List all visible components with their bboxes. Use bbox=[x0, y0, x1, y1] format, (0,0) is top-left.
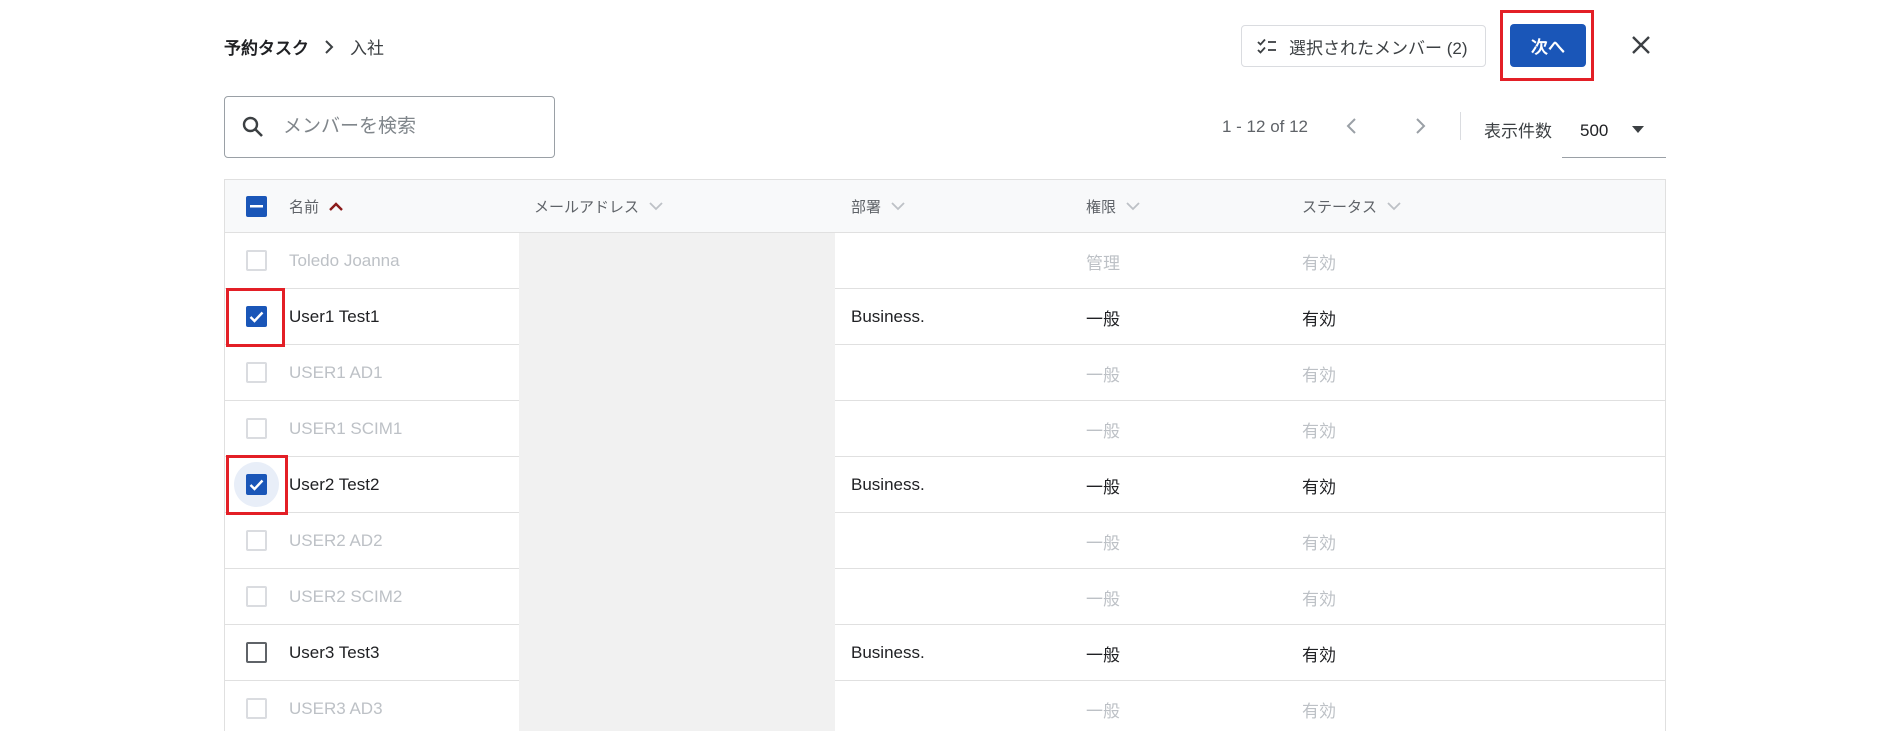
row-checkbox bbox=[246, 698, 267, 719]
row-checkbox bbox=[246, 362, 267, 383]
cell-name: USER3 AD3 bbox=[289, 699, 383, 718]
email-column-redacted bbox=[519, 233, 835, 731]
chevron-down-icon bbox=[1126, 202, 1140, 211]
members-table: 名前 メールアドレス 部署 権限 ステータス Toledo Joanna 管理 有効… bbox=[224, 179, 1666, 731]
cell-name: USER1 AD1 bbox=[289, 363, 383, 382]
cell-role: 一般 bbox=[1086, 701, 1120, 721]
row-checkbox bbox=[246, 530, 267, 551]
close-icon bbox=[1632, 36, 1650, 54]
column-header-role[interactable]: 権限 bbox=[1086, 180, 1140, 233]
cell-name: User1 Test1 bbox=[289, 307, 380, 326]
chevron-down-icon bbox=[891, 202, 905, 211]
close-button[interactable] bbox=[1626, 30, 1656, 60]
cell-department: Business. bbox=[851, 307, 925, 326]
cell-name: USER1 SCIM1 bbox=[289, 419, 403, 438]
column-header-status[interactable]: ステータス bbox=[1302, 180, 1401, 233]
column-header-email[interactable]: メールアドレス bbox=[534, 180, 663, 233]
cell-status: 有効 bbox=[1302, 645, 1336, 665]
cell-status: 有効 bbox=[1302, 533, 1336, 553]
table-row[interactable]: User1 Test1 Business. 一般 有効 bbox=[225, 289, 1665, 345]
cell-name: User2 Test2 bbox=[289, 475, 380, 494]
cell-role: 一般 bbox=[1086, 365, 1120, 385]
table-row[interactable]: User3 Test3 Business. 一般 有効 bbox=[225, 625, 1665, 681]
row-checkbox[interactable] bbox=[246, 306, 267, 327]
cell-status: 有効 bbox=[1302, 309, 1336, 329]
cell-role: 管理 bbox=[1086, 253, 1120, 273]
checklist-icon bbox=[1257, 38, 1276, 54]
row-checkbox bbox=[246, 250, 267, 271]
chevron-up-icon bbox=[329, 202, 343, 211]
cell-name: Toledo Joanna bbox=[289, 251, 400, 270]
selected-members-label: 選択されたメンバー (2) bbox=[1289, 38, 1468, 58]
cell-department: Business. bbox=[851, 643, 925, 662]
check-icon bbox=[249, 311, 264, 323]
search-box[interactable] bbox=[224, 96, 555, 158]
cell-role: 一般 bbox=[1086, 421, 1120, 441]
row-checkbox bbox=[246, 418, 267, 439]
cell-role: 一般 bbox=[1086, 477, 1120, 497]
pagination-divider bbox=[1460, 112, 1461, 140]
per-page-value: 500 bbox=[1580, 120, 1609, 140]
check-icon bbox=[249, 479, 264, 491]
cell-status: 有効 bbox=[1302, 421, 1336, 441]
breadcrumb-current: 入社 bbox=[350, 39, 384, 58]
column-header-department[interactable]: 部署 bbox=[851, 180, 905, 233]
chevron-right-icon bbox=[325, 39, 334, 54]
breadcrumb: 予約タスク 入社 bbox=[224, 34, 384, 59]
cell-role: 一般 bbox=[1086, 589, 1120, 609]
cell-status: 有効 bbox=[1302, 477, 1336, 497]
column-header-name[interactable]: 名前 bbox=[289, 180, 343, 233]
caret-down-icon bbox=[1632, 126, 1644, 133]
chevron-left-icon[interactable] bbox=[1340, 114, 1364, 138]
chevron-right-icon[interactable] bbox=[1408, 114, 1432, 138]
next-button[interactable]: 次へ bbox=[1510, 24, 1586, 67]
cell-status: 有効 bbox=[1302, 365, 1336, 385]
table-row: USER2 AD2 一般 有効 bbox=[225, 513, 1665, 569]
chevron-down-icon bbox=[1387, 202, 1401, 211]
per-page-label: 表示件数 bbox=[1484, 122, 1552, 141]
pagination-range: 1 - 12 of 12 bbox=[1222, 117, 1309, 136]
search-input[interactable] bbox=[283, 116, 533, 138]
chevron-down-icon bbox=[649, 202, 663, 211]
row-checkbox[interactable] bbox=[246, 474, 267, 495]
table-row: USER1 SCIM1 一般 有効 bbox=[225, 401, 1665, 457]
table-row: USER2 SCIM2 一般 有効 bbox=[225, 569, 1665, 625]
selected-members-button[interactable]: 選択されたメンバー (2) bbox=[1241, 25, 1486, 67]
table-row[interactable]: User2 Test2 Business. 一般 有効 bbox=[225, 457, 1665, 513]
row-checkbox[interactable] bbox=[246, 642, 267, 663]
table-row: USER3 AD3 一般 有効 bbox=[225, 681, 1665, 731]
table-body: Toledo Joanna 管理 有効 User1 Test1 Business. 一般有… bbox=[225, 233, 1665, 731]
search-icon bbox=[242, 116, 263, 137]
cell-role: 一般 bbox=[1086, 533, 1120, 553]
cell-status: 有効 bbox=[1302, 589, 1336, 609]
cell-role: 一般 bbox=[1086, 309, 1120, 329]
cell-name: USER2 AD2 bbox=[289, 531, 383, 550]
row-checkbox bbox=[246, 586, 267, 607]
breadcrumb-parent[interactable]: 予約タスク bbox=[224, 34, 309, 59]
cell-role: 一般 bbox=[1086, 645, 1120, 665]
table-header: 名前 メールアドレス 部署 権限 ステータス bbox=[225, 180, 1665, 233]
cell-status: 有効 bbox=[1302, 253, 1336, 273]
cell-name: USER2 SCIM2 bbox=[289, 587, 403, 606]
per-page-select[interactable]: 500 bbox=[1562, 104, 1666, 158]
table-row: Toledo Joanna 管理 有効 bbox=[225, 233, 1665, 289]
select-all-checkbox[interactable] bbox=[246, 196, 267, 217]
cell-name: User3 Test3 bbox=[289, 643, 380, 662]
minus-icon bbox=[250, 205, 263, 208]
cell-department: Business. bbox=[851, 475, 925, 494]
table-row: USER1 AD1 一般 有効 bbox=[225, 345, 1665, 401]
cell-status: 有効 bbox=[1302, 701, 1336, 721]
